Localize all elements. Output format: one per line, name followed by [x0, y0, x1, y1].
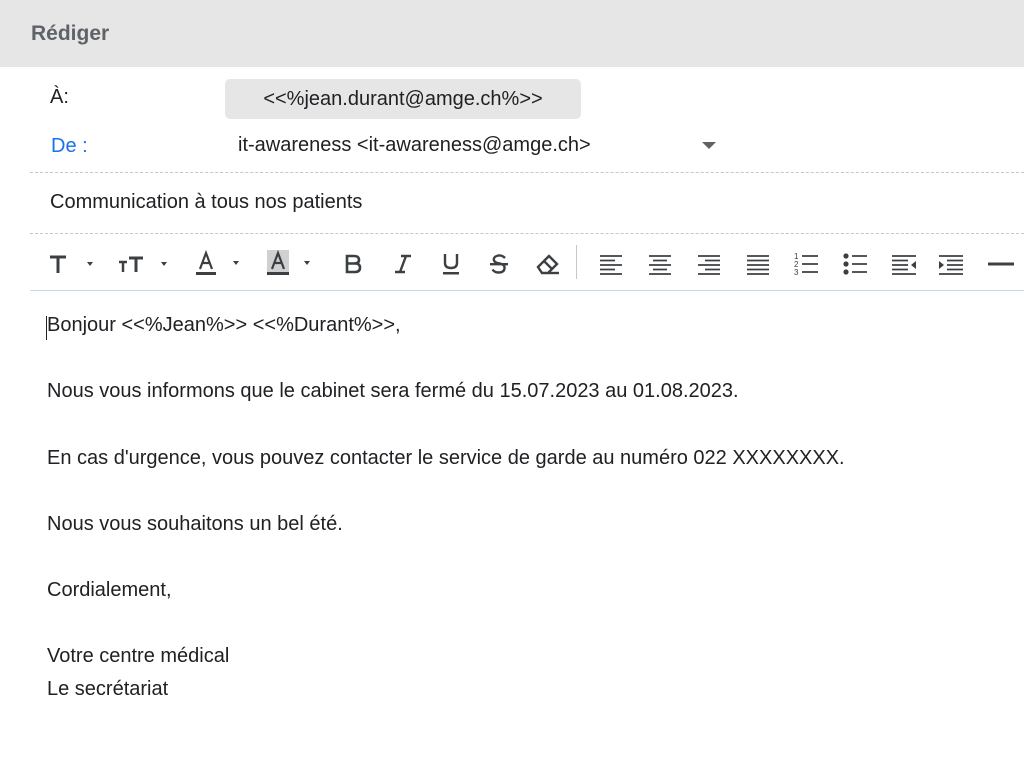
numbered-list-icon[interactable]: 1 2 3 [791, 243, 821, 285]
clear-formatting-icon[interactable] [532, 243, 564, 285]
divider [30, 172, 1024, 173]
align-right-icon[interactable] [694, 243, 724, 285]
font-size-icon[interactable] [117, 243, 175, 285]
from-select[interactable]: it-awareness <it-awareness@amge.ch> [238, 134, 591, 157]
recipient-chip[interactable]: <<%jean.durant@amge.ch%>> [225, 79, 581, 119]
subject-field[interactable]: Communication à tous nos patients [50, 191, 362, 214]
align-left-icon[interactable] [596, 243, 626, 285]
body-paragraph-1: Nous vous informons que le cabinet sera … [47, 380, 739, 402]
align-center-icon[interactable] [645, 243, 675, 285]
decrease-indent-icon[interactable] [889, 243, 919, 285]
from-dropdown-icon[interactable] [702, 142, 716, 149]
to-label: À: [50, 86, 69, 108]
body-signature-line-1: Votre centre médical [47, 645, 230, 667]
text-style-icon[interactable] [48, 243, 104, 285]
bulleted-list-icon[interactable] [840, 243, 870, 285]
body-paragraph-3: Nous vous souhaitons un bel été. [47, 513, 343, 535]
formatting-toolbar: 1 2 3 [40, 243, 1024, 285]
strikethrough-icon[interactable] [484, 243, 514, 285]
increase-indent-icon[interactable] [936, 243, 966, 285]
body-signature-line-2: Le secrétariat [47, 678, 169, 700]
compose-title: Rédiger [31, 22, 110, 45]
compose-header: Rédiger [0, 0, 1024, 67]
body-paragraph-2: En cas d'urgence, vous pouvez contacter … [47, 447, 845, 469]
italic-icon[interactable] [388, 243, 418, 285]
justify-icon[interactable] [743, 243, 773, 285]
text-color-icon[interactable] [195, 243, 247, 285]
svg-text:3: 3 [794, 268, 799, 277]
toolbar-border [30, 290, 1024, 291]
horizontal-rule-icon[interactable] [986, 243, 1016, 285]
toolbar-separator [576, 245, 577, 279]
underline-icon[interactable] [436, 243, 466, 285]
body-closing: Cordialement, [47, 579, 172, 601]
highlight-color-icon[interactable] [266, 243, 318, 285]
divider [30, 233, 1024, 234]
from-label: De : [51, 135, 88, 157]
body-greeting: Bonjour <<%Jean%>> <<%Durant%>>, [47, 314, 401, 336]
bold-icon[interactable] [338, 243, 368, 285]
